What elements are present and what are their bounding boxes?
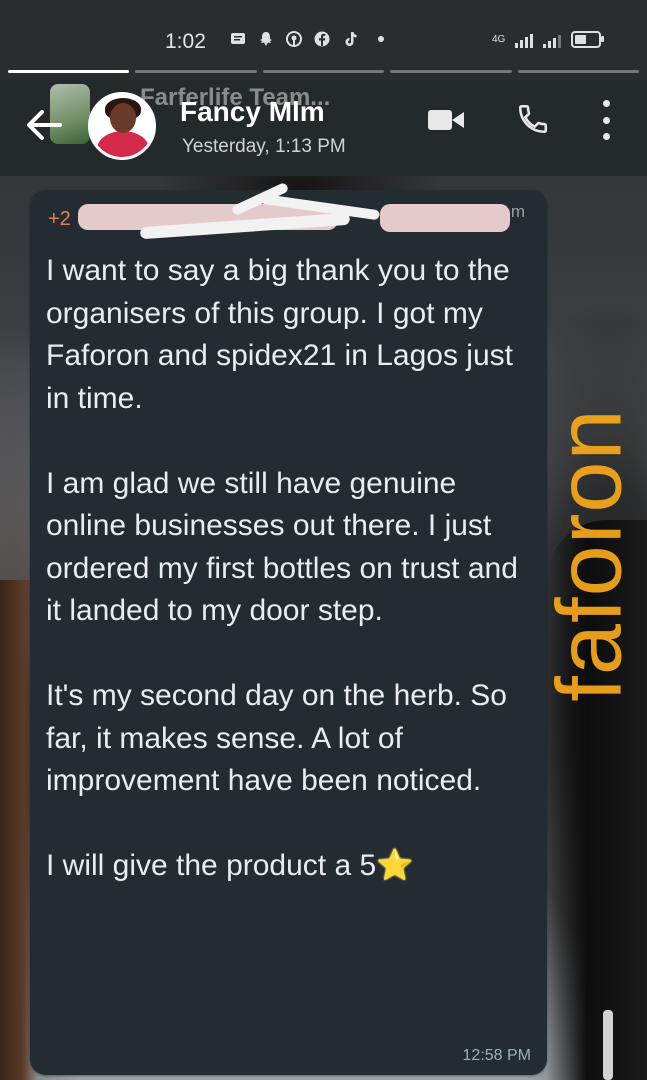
snapchat-icon: [258, 31, 274, 47]
arrow-left-icon: [27, 110, 62, 140]
message-time: 12:58 PM: [462, 1047, 531, 1064]
pinterest-icon: [286, 31, 302, 47]
battery-level: [575, 35, 587, 44]
status-time: 1:02: [165, 30, 206, 53]
story-segment: [8, 70, 130, 73]
story-progress: [8, 70, 640, 73]
back-button[interactable]: [22, 104, 66, 148]
watermark-text: faforon: [538, 408, 641, 702]
battery-icon: [571, 31, 605, 48]
facebook-icon: [314, 31, 330, 47]
more-options-icon[interactable]: [598, 100, 614, 140]
message-body: I want to say a big thank you to the org…: [46, 254, 518, 882]
background-highlight: [603, 1010, 613, 1080]
last-seen: Yesterday, 1:13 PM: [182, 136, 346, 157]
message-text: I want to say a big thank you to the org…: [46, 250, 526, 888]
notification-icons: [230, 31, 384, 47]
story-segment: [517, 70, 640, 73]
story-segment: [390, 70, 512, 73]
signal-icon-2: [543, 32, 562, 48]
star-emoji: ⭐: [376, 849, 414, 882]
sender-number: +2: [48, 208, 71, 230]
story-segment: [135, 70, 257, 73]
dot-icon: [378, 36, 384, 42]
system-indicators: 4G: [492, 31, 605, 48]
signal-icon: [515, 32, 534, 48]
messages-icon: [230, 31, 246, 47]
sender-suffix: m: [510, 202, 525, 221]
story-segment: [262, 70, 385, 73]
avatar[interactable]: [88, 92, 156, 160]
redaction-mark-2: [380, 204, 510, 232]
status-bar: 1:02 4G: [0, 0, 647, 80]
video-call-icon[interactable]: [428, 108, 466, 132]
message-bubble[interactable]: +2 m I want to say a big thank you to th…: [30, 181, 547, 1075]
contact-name[interactable]: Fancy Mlm: [180, 96, 325, 128]
tiktok-icon: [342, 31, 358, 47]
phone-call-icon[interactable]: [516, 102, 550, 136]
network-type: 4G: [492, 33, 506, 45]
